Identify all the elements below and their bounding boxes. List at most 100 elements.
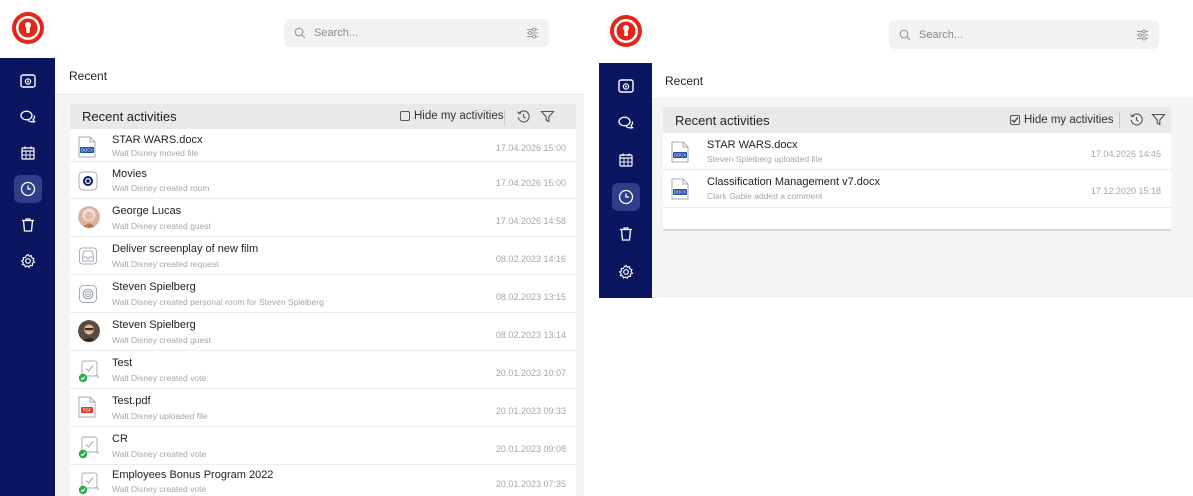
card-title: Recent activities xyxy=(82,109,177,124)
nav-rooms[interactable] xyxy=(612,72,640,100)
activity-subtitle: Walt Disney created guest xyxy=(112,335,211,345)
activity-title: STAR WARS.docx xyxy=(707,139,798,151)
activity-time: 20.01.2023 09:08 xyxy=(495,444,566,454)
chat-icon xyxy=(19,110,36,123)
activity-time: 08.02.2023 13:15 xyxy=(495,292,566,302)
activity-title: Steven Spielberg xyxy=(112,319,196,331)
header-divider xyxy=(504,109,505,125)
room-icon xyxy=(78,171,98,191)
sidebar-logo-area xyxy=(0,0,55,58)
nav-rooms[interactable] xyxy=(14,67,42,95)
search-bar[interactable]: Search... xyxy=(284,19,549,47)
left-screen: Search... Recent Recent activities Hide … xyxy=(0,0,584,496)
right-screen: Search... Recent Recent activities Hide … xyxy=(599,0,1193,298)
nav-trash[interactable] xyxy=(14,211,42,239)
history-icon[interactable] xyxy=(1129,112,1144,127)
activity-subtitle: Walt Disney created vote xyxy=(112,484,207,494)
nav-recent[interactable] xyxy=(611,183,640,211)
search-input[interactable]: Search... xyxy=(314,27,358,39)
svg-text:DOCX: DOCX xyxy=(81,148,93,153)
header-divider xyxy=(1119,112,1120,128)
nav-calendar[interactable] xyxy=(612,146,640,174)
search-icon xyxy=(899,29,911,40)
breadcrumb: Recent xyxy=(665,74,704,88)
activity-title: Classification Management v7.docx xyxy=(707,176,881,188)
activity-subtitle: Walt Disney created vote xyxy=(112,449,207,459)
breadcrumb: Recent xyxy=(69,69,108,83)
activity-time: 17.04.2026 15:00 xyxy=(495,178,566,188)
activity-subtitle: Walt Disney uploaded file xyxy=(112,411,208,421)
activity-row[interactable]: Employees Bonus Program 2022 Walt Disney… xyxy=(70,465,576,496)
clock-icon xyxy=(20,181,35,197)
svg-text:PDF: PDF xyxy=(83,408,92,413)
svg-text:DOCX: DOCX xyxy=(674,190,686,195)
activity-time: 20.01.2023 09:33 xyxy=(495,406,566,416)
hide-label: Hide my activities xyxy=(414,110,504,122)
activity-row[interactable]: Steven Spielberg Walt Disney created per… xyxy=(70,275,576,313)
activity-subtitle: Walt Disney created personal room for St… xyxy=(112,297,324,307)
filter-icon[interactable] xyxy=(540,109,555,124)
top-bar: Search... xyxy=(652,0,1193,63)
vote-icon xyxy=(78,436,99,459)
activity-row[interactable]: Movies Walt Disney created room 17.04.20… xyxy=(70,162,576,199)
activity-row[interactable]: DOCX STAR WARS.docx Steven Spielberg upl… xyxy=(663,133,1171,170)
clock-icon xyxy=(618,189,633,205)
activity-subtitle: Walt Disney created request xyxy=(112,259,219,269)
nav-chat[interactable] xyxy=(612,109,640,137)
activity-row[interactable]: DOCX Classification Management v7.docx C… xyxy=(663,170,1171,208)
calendar-icon xyxy=(20,146,35,160)
nav-calendar[interactable] xyxy=(14,139,42,167)
activity-row[interactable]: George Lucas Walt Disney created guest 1… xyxy=(70,199,576,237)
nav-settings[interactable] xyxy=(612,258,640,286)
docx-file-icon: DOCX xyxy=(671,178,689,200)
recent-activities-card: Recent activities Hide my activities DOC… xyxy=(70,104,576,496)
search-icon xyxy=(294,27,306,39)
activity-title: Test.pdf xyxy=(112,395,151,407)
vote-icon xyxy=(78,472,99,495)
recent-activities-card: Recent activities Hide my activities DOC… xyxy=(663,107,1171,231)
hide-checkbox[interactable] xyxy=(400,111,410,121)
calendar-icon xyxy=(618,153,633,167)
activity-row[interactable]: CR Walt Disney created vote 20.01.2023 0… xyxy=(70,427,576,465)
nav-trash[interactable] xyxy=(612,220,640,248)
svg-text:DOCX: DOCX xyxy=(674,153,686,158)
nav-chat[interactable] xyxy=(14,103,42,131)
pdf-file-icon: PDF xyxy=(78,396,96,418)
activity-time: 20.01.2023 07:35 xyxy=(495,479,566,489)
activity-row[interactable]: Test Walt Disney created vote 20.01.2023… xyxy=(70,351,576,389)
breadcrumb-bar: Recent xyxy=(652,63,1193,99)
filter-settings-icon[interactable] xyxy=(526,27,539,40)
nav-recent[interactable] xyxy=(13,175,42,203)
activity-title: Steven Spielberg xyxy=(112,281,196,293)
sidebar xyxy=(0,0,55,496)
activity-row[interactable]: Steven Spielberg Walt Disney created gue… xyxy=(70,313,576,351)
filter-icon[interactable] xyxy=(1151,112,1166,127)
activity-time: 20.01.2023 10:07 xyxy=(495,368,566,378)
hide-checkbox[interactable] xyxy=(1010,115,1020,125)
activity-row[interactable]: DOCX STAR WARS.docx Walt Disney moved fi… xyxy=(70,129,576,162)
avatar xyxy=(78,320,100,342)
gear-icon xyxy=(20,253,35,269)
logo-icon xyxy=(11,12,44,44)
search-bar[interactable]: Search... xyxy=(889,20,1159,49)
chat-icon xyxy=(617,116,634,129)
activity-time: 17.04.2026 14:45 xyxy=(1090,149,1161,159)
activity-time: 17.04.2026 15:00 xyxy=(495,143,566,153)
docx-file-icon: DOCX xyxy=(78,136,96,158)
history-icon[interactable] xyxy=(516,109,531,124)
logo-icon xyxy=(609,15,642,47)
hide-my-activities-toggle[interactable]: Hide my activities xyxy=(1010,114,1113,126)
search-input[interactable]: Search... xyxy=(919,29,963,41)
hide-label: Hide my activities xyxy=(1024,114,1114,126)
nav-settings[interactable] xyxy=(14,247,42,275)
gear-icon xyxy=(618,264,633,280)
sidebar-logo-area xyxy=(599,0,652,63)
activity-subtitle: Steven Spielberg uploaded file xyxy=(707,154,823,164)
sidebar xyxy=(599,0,652,298)
filter-settings-icon[interactable] xyxy=(1136,28,1149,41)
activity-time: 08.02.2023 13:14 xyxy=(495,330,566,340)
activity-row[interactable]: Deliver screenplay of new film Walt Disn… xyxy=(70,237,576,275)
activity-row[interactable]: PDF Test.pdf Walt Disney uploaded file 2… xyxy=(70,389,576,427)
hide-my-activities-toggle[interactable]: Hide my activities xyxy=(400,110,503,122)
card-header: Recent activities Hide my activities xyxy=(70,104,576,129)
